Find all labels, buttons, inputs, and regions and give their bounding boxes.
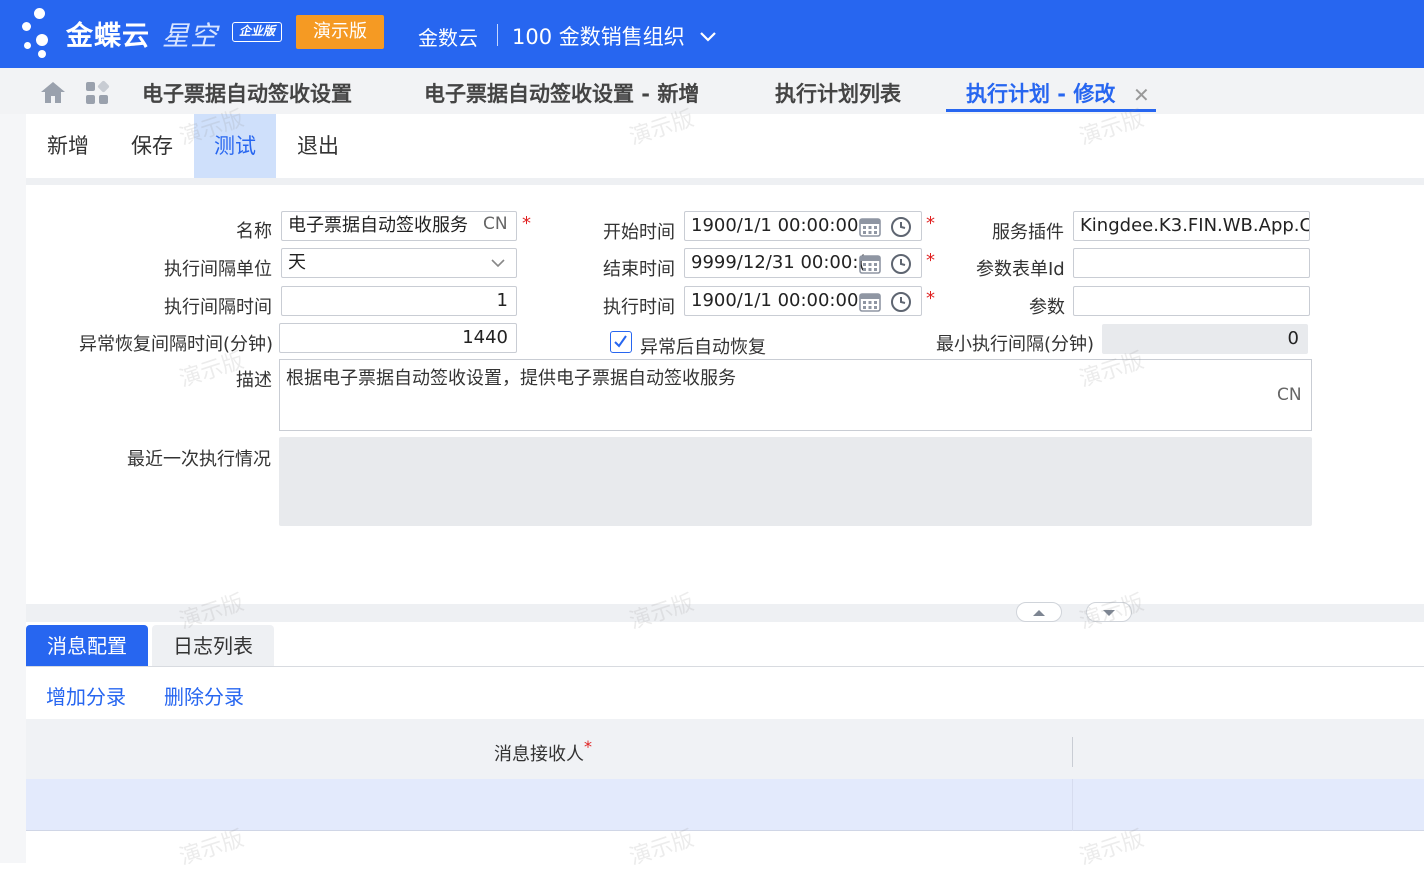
- recovery-interval-label: 异常恢复间隔时间(分钟): [79, 334, 274, 355]
- required-mark: *: [584, 737, 592, 756]
- interval-unit-select[interactable]: 天: [281, 248, 517, 278]
- exit-button[interactable]: 退出: [276, 114, 360, 178]
- tab-schedule-list[interactable]: 执行计划列表: [775, 78, 901, 108]
- org-selector[interactable]: 100 金数销售组织: [512, 21, 685, 51]
- calendar-icon[interactable]: [858, 291, 882, 313]
- active-tab-indicator: [946, 109, 1156, 112]
- collapse-up-button[interactable]: [1016, 602, 1062, 622]
- desc-field[interactable]: 根据电子票据自动签收设置，提供电子票据自动签收服务: [279, 359, 1312, 431]
- auto-recover-label: 异常后自动恢复: [640, 337, 766, 358]
- interval-time-field[interactable]: 1: [281, 286, 517, 316]
- new-button[interactable]: 新增: [26, 114, 110, 178]
- name-label: 名称: [236, 221, 272, 242]
- column-header-recipient[interactable]: 消息接收人*: [494, 737, 592, 766]
- end-time-field[interactable]: 9999/12/31 00:00:(: [684, 248, 922, 278]
- name-language-button[interactable]: CN: [483, 214, 508, 234]
- edition-badge: 企业版: [232, 22, 282, 42]
- add-entry-link[interactable]: 增加分录: [46, 681, 126, 710]
- clock-icon[interactable]: [890, 253, 912, 275]
- param-form-id-label: 参数表单Id: [976, 259, 1065, 280]
- service-plugin-field[interactable]: Kingdee.K3.FIN.WB.App.Co: [1073, 211, 1310, 241]
- chevron-down-icon[interactable]: [490, 256, 506, 270]
- close-icon[interactable]: ✕: [1133, 83, 1150, 107]
- end-time-label: 结束时间: [603, 259, 675, 280]
- tab-schedule-edit[interactable]: 执行计划 - 修改: [966, 78, 1115, 108]
- tab-e-bill-settings-new[interactable]: 电子票据自动签收设置 - 新增: [424, 78, 699, 108]
- required-mark: *: [522, 213, 531, 234]
- start-time-label: 开始时间: [603, 222, 675, 243]
- test-button[interactable]: 测试: [194, 114, 276, 178]
- delete-entry-link[interactable]: 删除分录: [164, 681, 244, 710]
- recovery-interval-field[interactable]: 1440: [279, 323, 517, 353]
- desc-label: 描述: [236, 370, 272, 391]
- param-label: 参数: [1029, 297, 1065, 318]
- exec-time-field[interactable]: 1900/1/1 00:00:00: [684, 286, 922, 316]
- min-interval-field: 0: [1102, 324, 1308, 354]
- interval-time-label: 执行间隔时间: [164, 297, 272, 318]
- column-separator: [1072, 779, 1073, 831]
- demo-version-button[interactable]: 演示版: [296, 15, 384, 49]
- header-divider: [497, 24, 498, 46]
- last-run-field: [279, 437, 1312, 526]
- required-mark: *: [926, 213, 935, 234]
- check-icon: [614, 335, 627, 348]
- column-header-label: 消息接收人: [494, 744, 584, 765]
- start-time-field[interactable]: 1900/1/1 00:00:00: [684, 211, 922, 241]
- clock-icon[interactable]: [890, 291, 912, 313]
- last-run-label: 最近一次执行情况: [127, 449, 271, 470]
- left-gutter: [0, 114, 26, 863]
- grid-header: [26, 719, 1424, 779]
- service-plugin-label: 服务插件: [992, 222, 1064, 243]
- exec-time-label: 执行时间: [603, 297, 675, 318]
- column-separator[interactable]: [1072, 737, 1073, 767]
- chevron-down-icon[interactable]: [696, 24, 720, 48]
- required-mark: *: [926, 250, 935, 271]
- param-field[interactable]: [1073, 286, 1310, 316]
- subtab-message-config[interactable]: 消息配置: [26, 625, 148, 667]
- collapse-down-button[interactable]: [1086, 602, 1132, 622]
- subtab-log-list[interactable]: 日志列表: [152, 625, 274, 667]
- table-row[interactable]: [26, 779, 1424, 831]
- home-icon[interactable]: [40, 80, 66, 104]
- kingdee-logo-icon: [18, 6, 62, 62]
- apps-icon[interactable]: [84, 80, 110, 106]
- calendar-icon[interactable]: [858, 216, 882, 238]
- min-interval-label: 最小执行间隔(分钟): [936, 334, 1095, 355]
- brand-name: 金蝶云: [66, 21, 150, 52]
- name-field[interactable]: 电子票据自动签收服务: [281, 211, 517, 241]
- param-form-id-field[interactable]: [1073, 248, 1310, 278]
- subtab-divider: [26, 666, 1424, 667]
- brand-sub: 星空: [162, 21, 218, 52]
- interval-unit-label: 执行间隔单位: [164, 259, 272, 280]
- required-mark: *: [926, 288, 935, 309]
- splitter[interactable]: [26, 604, 1424, 622]
- calendar-icon[interactable]: [858, 253, 882, 275]
- clock-icon[interactable]: [890, 216, 912, 238]
- arrow-down-icon: [1103, 610, 1115, 616]
- arrow-up-icon: [1033, 610, 1045, 616]
- save-button[interactable]: 保存: [110, 114, 194, 178]
- desc-language-button[interactable]: CN: [1277, 385, 1302, 405]
- desc-text: 根据电子票据自动签收设置，提供电子票据自动签收服务: [286, 368, 736, 389]
- tab-e-bill-settings[interactable]: 电子票据自动签收设置: [142, 78, 352, 108]
- auto-recover-checkbox[interactable]: [610, 331, 632, 353]
- product-name: 金数云: [418, 26, 478, 50]
- toolbar-separator: [26, 178, 1424, 185]
